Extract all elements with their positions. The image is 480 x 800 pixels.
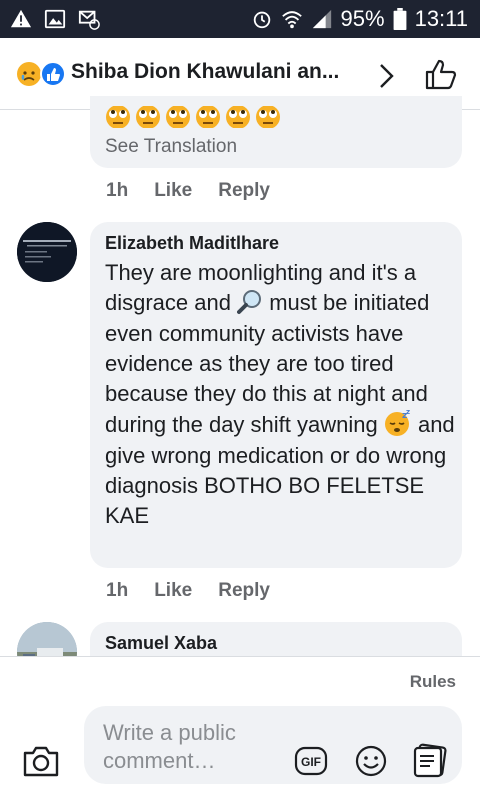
- reply-button[interactable]: Reply: [218, 180, 270, 202]
- magnifying-glass-icon: [237, 290, 262, 315]
- reactions-summary[interactable]: [16, 61, 68, 87]
- svg-text:z: z: [406, 409, 410, 416]
- wifi-icon: [281, 11, 302, 29]
- like-button[interactable]: Like: [154, 580, 192, 602]
- comment-time: 1h: [106, 580, 129, 601]
- gallery-icon: [44, 9, 66, 29]
- rolling-eyes-icon: [136, 106, 160, 128]
- rolling-eyes-icon: [166, 106, 190, 128]
- svg-text:GIF: GIF: [301, 755, 321, 769]
- camera-icon[interactable]: [22, 744, 60, 778]
- notification-icons: [10, 8, 100, 30]
- comment-author[interactable]: Samuel Xaba: [105, 633, 217, 654]
- emoji-icon[interactable]: [354, 744, 388, 778]
- comment-text: They are moonlighting and it's a disgrac…: [105, 258, 455, 532]
- status-bar: 95% 13:11: [0, 0, 480, 38]
- rolling-eyes-icon: [256, 106, 280, 128]
- comment-time: 1h: [106, 180, 129, 201]
- see-translation-link[interactable]: See Translation: [105, 136, 237, 158]
- email-icon: [78, 10, 100, 30]
- comment-actions: 1h Like Reply: [106, 180, 270, 202]
- reply-button[interactable]: Reply: [218, 580, 270, 602]
- sticker-icon[interactable]: [412, 742, 450, 780]
- clock: 13:11: [414, 6, 468, 31]
- chevron-right-icon[interactable]: [375, 62, 397, 90]
- rules-link[interactable]: Rules: [410, 672, 456, 692]
- gif-icon[interactable]: GIF: [294, 744, 328, 778]
- avatar-image: [17, 222, 77, 282]
- like-button[interactable]: Like: [154, 180, 192, 202]
- battery-icon: [393, 8, 406, 30]
- comment-author[interactable]: Elizabeth Maditlhare: [105, 233, 279, 254]
- rolling-eyes-icon: [226, 106, 250, 128]
- avatar[interactable]: [17, 222, 77, 282]
- warning-icon: [10, 9, 32, 28]
- like-outline-icon[interactable]: [424, 57, 458, 91]
- rolling-eyes-icon: [196, 106, 220, 128]
- battery-percent: 95%: [340, 6, 385, 31]
- sleepy-face-icon: zz: [384, 409, 410, 437]
- emoji-row: [105, 106, 281, 128]
- rolling-eyes-icon: [106, 106, 130, 128]
- sad-react-icon: [17, 62, 41, 86]
- signal-icon: [312, 9, 331, 29]
- system-indicators: 95% 13:11: [251, 6, 468, 32]
- comment-input-placeholder[interactable]: Write a public comment…: [103, 719, 283, 775]
- comment-actions: 1h Like Reply: [106, 580, 270, 602]
- post-title[interactable]: Shiba Dion Khawulani an...: [71, 60, 339, 84]
- alarm-icon: [253, 11, 270, 29]
- like-react-icon: [40, 61, 66, 87]
